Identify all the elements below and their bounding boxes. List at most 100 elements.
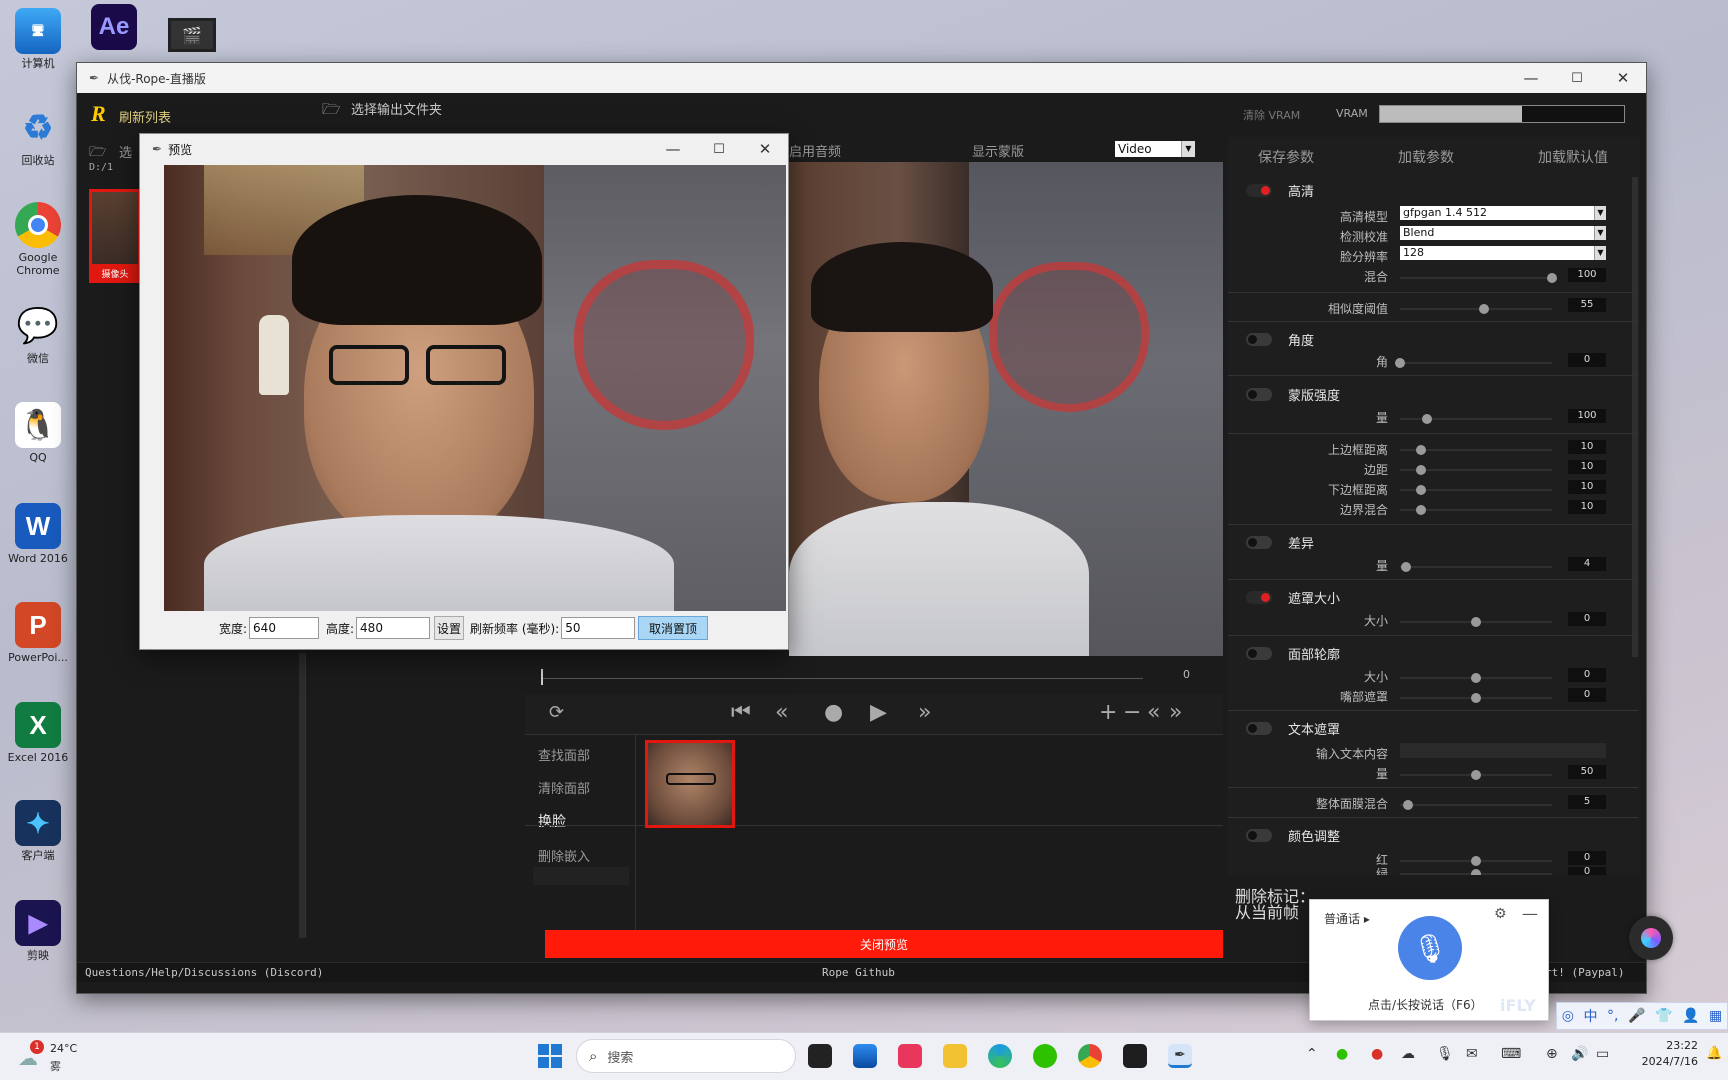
- slider-knob[interactable]: [1416, 465, 1427, 475]
- play-icon[interactable]: ▶: [870, 700, 887, 725]
- face-parse-size-slider[interactable]: [1400, 673, 1552, 683]
- similarity-threshold-value[interactable]: 55: [1568, 298, 1606, 312]
- voice-mode-select[interactable]: 普通话 ▸: [1324, 910, 1370, 927]
- client-taskbar-icon[interactable]: [853, 1044, 877, 1068]
- minimize-button[interactable]: —: [1508, 63, 1554, 93]
- hd-model-select[interactable]: gfpgan 1.4 512 ▼: [1400, 206, 1606, 220]
- desktop-icon-powerpoint[interactable]: P PowerPoi...: [2, 602, 74, 664]
- face-resolution-select[interactable]: 128 ▼: [1400, 246, 1606, 260]
- diff-slider[interactable]: [1400, 562, 1552, 572]
- close-preview-button[interactable]: 关闭预览: [545, 930, 1223, 958]
- slider-knob[interactable]: [1471, 693, 1481, 703]
- set-size-button[interactable]: 设置: [434, 616, 464, 640]
- bottom-border-value[interactable]: 10: [1568, 480, 1606, 494]
- task-view-icon[interactable]: [808, 1044, 832, 1068]
- skip-start-icon[interactable]: ⏮: [731, 700, 751, 725]
- text-mask-amount-value[interactable]: 50: [1568, 765, 1606, 779]
- slider-knob[interactable]: [1471, 617, 1481, 627]
- text-mask-toggle[interactable]: [1246, 722, 1272, 735]
- similarity-threshold-slider[interactable]: [1400, 304, 1552, 314]
- mask-strength-slider[interactable]: [1400, 414, 1552, 424]
- save-params-button[interactable]: 保存参数: [1258, 147, 1314, 167]
- slider-knob[interactable]: [1478, 304, 1489, 314]
- microphone-icon[interactable]: 🎙: [1398, 916, 1462, 980]
- bottom-border-slider[interactable]: [1400, 485, 1552, 495]
- slider-knob[interactable]: [1416, 485, 1427, 495]
- enable-audio-toggle[interactable]: 启用音频: [789, 141, 841, 160]
- slider-knob[interactable]: [1416, 445, 1427, 455]
- detected-face-thumbnail[interactable]: [645, 740, 735, 828]
- red-value[interactable]: 0: [1568, 851, 1606, 865]
- desktop-icon-video-editor[interactable]: ▶ 剪映: [2, 900, 74, 962]
- find-faces-button[interactable]: 查找面部: [538, 745, 590, 764]
- slider-knob[interactable]: [1471, 856, 1481, 866]
- refresh-rate-input[interactable]: [561, 617, 636, 639]
- select-source-button[interactable]: 选: [119, 142, 132, 161]
- diff-value[interactable]: 4: [1568, 557, 1606, 571]
- clear-vram-button[interactable]: 清除 VRAM: [1243, 107, 1300, 123]
- record-tray-icon[interactable]: ●: [1371, 1046, 1383, 1062]
- occluder-toggle[interactable]: [1246, 591, 1272, 604]
- record-icon[interactable]: ●: [824, 700, 843, 725]
- detect-align-select[interactable]: Blend ▼: [1400, 226, 1606, 240]
- show-mask-toggle[interactable]: 显示蒙版: [972, 141, 1024, 160]
- diff-toggle[interactable]: [1246, 536, 1272, 549]
- preview-minimize-button[interactable]: —: [650, 134, 696, 164]
- color-toggle[interactable]: [1246, 829, 1272, 842]
- overall-blend-value[interactable]: 5: [1568, 795, 1606, 809]
- add-marker-icon[interactable]: +: [1099, 700, 1117, 725]
- chrome-taskbar-icon[interactable]: [1078, 1044, 1102, 1068]
- side-border-slider[interactable]: [1400, 465, 1552, 475]
- video-file-icon[interactable]: 🎬: [168, 18, 216, 52]
- wechat-tray-icon[interactable]: ●: [1336, 1046, 1348, 1062]
- timeline-track[interactable]: [543, 678, 1143, 679]
- top-border-value[interactable]: 10: [1568, 440, 1606, 454]
- preview-close-button[interactable]: ✕: [742, 134, 788, 164]
- rope-taskbar-icon[interactable]: ✒: [1168, 1044, 1192, 1068]
- face-parse-toggle[interactable]: [1246, 647, 1272, 660]
- floating-assistant-orb[interactable]: [1629, 916, 1673, 960]
- border-blend-value[interactable]: 10: [1568, 500, 1606, 514]
- overall-blend-slider[interactable]: [1400, 800, 1552, 810]
- punctuation-icon[interactable]: °,: [1607, 1008, 1618, 1024]
- minimize-icon[interactable]: —: [1522, 904, 1538, 923]
- paypal-link[interactable]: rt! (Paypal): [1545, 966, 1624, 979]
- mouth-mask-value[interactable]: 0: [1568, 688, 1606, 702]
- mask-strength-value[interactable]: 100: [1568, 409, 1606, 423]
- view-mode-select[interactable]: Video ▼: [1115, 141, 1195, 157]
- hd-blend-slider[interactable]: [1400, 273, 1557, 283]
- angle-slider[interactable]: [1395, 358, 1552, 368]
- slider-knob[interactable]: [1471, 869, 1481, 875]
- prev-marker-icon[interactable]: «: [1147, 700, 1160, 725]
- slider-knob[interactable]: [1395, 358, 1405, 368]
- maximize-button[interactable]: ☐: [1554, 63, 1600, 93]
- notification-bell-icon[interactable]: 🔔: [1706, 1046, 1722, 1061]
- desktop-icon-chrome[interactable]: Google Chrome: [2, 202, 74, 277]
- desktop-icon-wechat[interactable]: 💬 微信: [2, 303, 74, 366]
- settings-icon[interactable]: ⚙: [1494, 906, 1507, 922]
- occluder-size-value[interactable]: 0: [1568, 612, 1606, 626]
- text-mask-amount-slider[interactable]: [1400, 770, 1552, 780]
- width-input[interactable]: [249, 617, 320, 639]
- next-marker-icon[interactable]: »: [1169, 700, 1182, 725]
- chevron-up-icon[interactable]: ⌃: [1306, 1046, 1318, 1062]
- ime-tray-icon[interactable]: ⌨: [1501, 1046, 1521, 1062]
- fast-forward-icon[interactable]: »: [918, 700, 931, 725]
- face-parse-size-value[interactable]: 0: [1568, 668, 1606, 682]
- slider-knob[interactable]: [1422, 414, 1433, 424]
- video-viewer[interactable]: [789, 162, 1223, 656]
- embedding-name-input[interactable]: [533, 867, 629, 885]
- cloud-icon[interactable]: ☁: [1401, 1046, 1415, 1062]
- volume-icon[interactable]: 🔊: [1571, 1046, 1588, 1062]
- height-input[interactable]: [356, 617, 431, 639]
- app-taskbar-icon[interactable]: [898, 1044, 922, 1068]
- refresh-icon[interactable]: ⟳: [549, 702, 564, 723]
- discord-link[interactable]: Questions/Help/Discussions (Discord): [85, 966, 323, 979]
- wechat-taskbar-icon[interactable]: [1033, 1044, 1057, 1068]
- hd-toggle[interactable]: [1246, 184, 1272, 197]
- edge-icon[interactable]: [988, 1044, 1012, 1068]
- grid-icon[interactable]: ▦: [1709, 1008, 1722, 1024]
- mouth-mask-slider[interactable]: [1400, 693, 1552, 703]
- occluder-size-slider[interactable]: [1400, 617, 1552, 627]
- angle-toggle[interactable]: [1246, 333, 1272, 346]
